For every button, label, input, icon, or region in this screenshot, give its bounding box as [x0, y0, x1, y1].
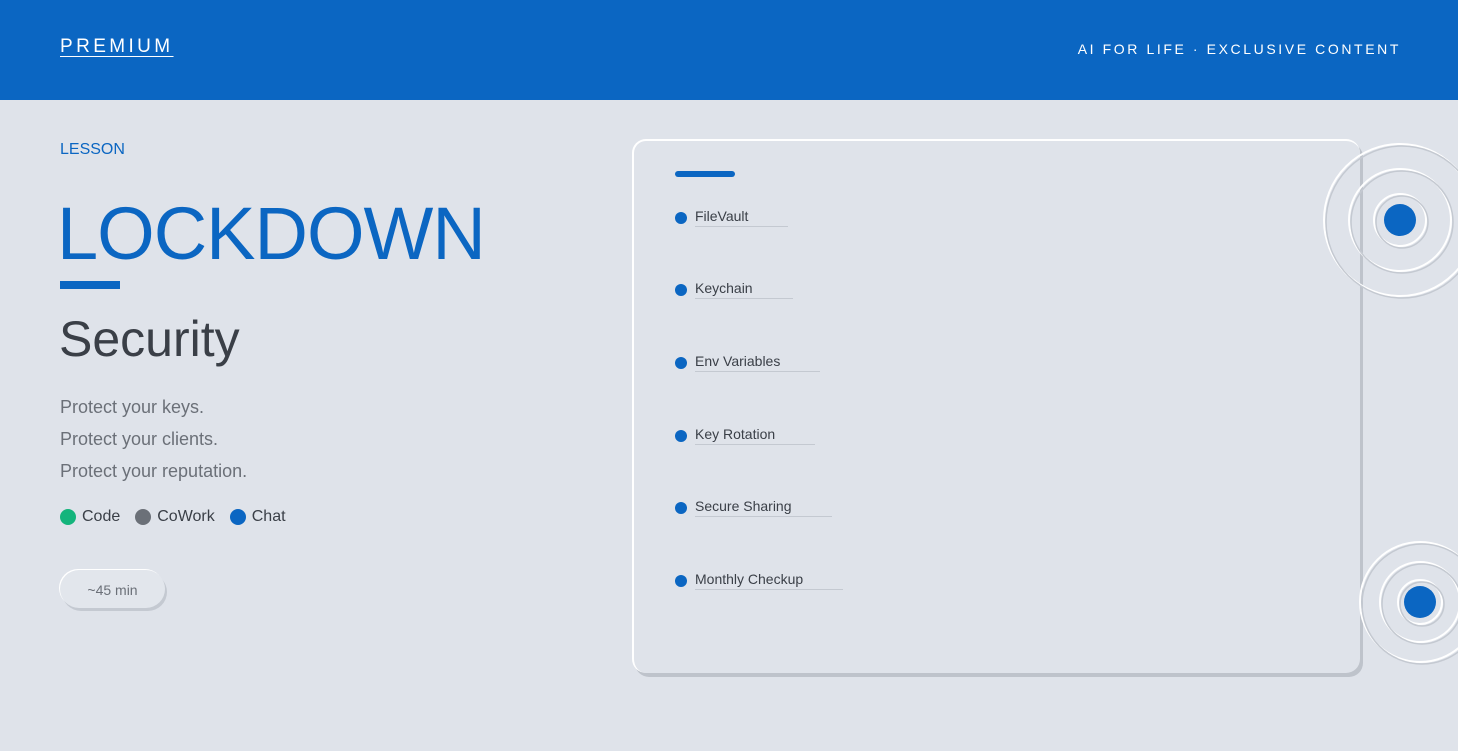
description-line: Protect your clients. — [60, 429, 219, 449]
topic-item-filevault: FileVault — [675, 208, 789, 227]
description-line: Protect your reputation. — [60, 461, 248, 481]
lesson-kicker: LESSON — [60, 141, 125, 158]
topic-label: Secure Sharing — [695, 498, 832, 517]
cowork-dot-icon — [135, 509, 152, 525]
topics-card: FileVault Keychain Env Variables Key Rot… — [632, 139, 1360, 673]
bullet-dot-icon — [675, 574, 687, 587]
platform-label: CoWork — [157, 508, 215, 525]
concentric-rings-icon — [1323, 143, 1458, 299]
lesson-title: LOCKDOWN — [57, 192, 486, 275]
topic-label: FileVault — [695, 208, 789, 227]
platform-label: Chat — [251, 508, 286, 525]
platform-cowork: CoWork — [135, 508, 215, 526]
topic-item-key-rotation: Key Rotation — [675, 426, 816, 445]
bullet-dot-icon — [675, 283, 687, 296]
lesson-description: Protect your keys. Protect your clients.… — [60, 391, 247, 487]
topic-item-env-variables: Env Variables — [675, 353, 821, 372]
topic-item-monthly-checkup: Monthly Checkup — [675, 571, 844, 590]
topic-item-secure-sharing: Secure Sharing — [675, 498, 832, 517]
duration-pill: ~45 min — [60, 570, 165, 608]
bullet-dot-icon — [675, 501, 687, 514]
bullet-dot-icon — [675, 211, 687, 224]
topic-label: Monthly Checkup — [695, 571, 844, 590]
code-dot-icon — [60, 509, 76, 525]
topic-label: Key Rotation — [695, 426, 816, 445]
concentric-rings-icon — [1359, 541, 1458, 665]
bullet-dot-icon — [675, 356, 687, 369]
platform-label: Code — [82, 508, 121, 525]
platform-legend: Code CoWork Chat — [60, 508, 301, 526]
topic-item-keychain: Keychain — [675, 280, 793, 299]
bullet-dot-icon — [675, 429, 687, 442]
topic-label: Keychain — [695, 280, 793, 299]
top-banner: PREMIUM AI FOR LIFE · EXCLUSIVE CONTENT — [0, 0, 1458, 100]
platform-chat: Chat — [229, 508, 286, 526]
topic-label: Env Variables — [695, 353, 821, 372]
card-accent-bar — [675, 171, 735, 177]
chat-dot-icon — [229, 509, 246, 525]
brand-link[interactable]: PREMIUM — [60, 36, 174, 58]
lesson-subtitle: Security — [59, 311, 240, 367]
header-tagline: AI FOR LIFE · EXCLUSIVE CONTENT — [1077, 41, 1401, 57]
platform-code: Code — [60, 508, 120, 526]
description-line: Protect your keys. — [60, 397, 205, 417]
title-underline-rule — [60, 281, 120, 289]
